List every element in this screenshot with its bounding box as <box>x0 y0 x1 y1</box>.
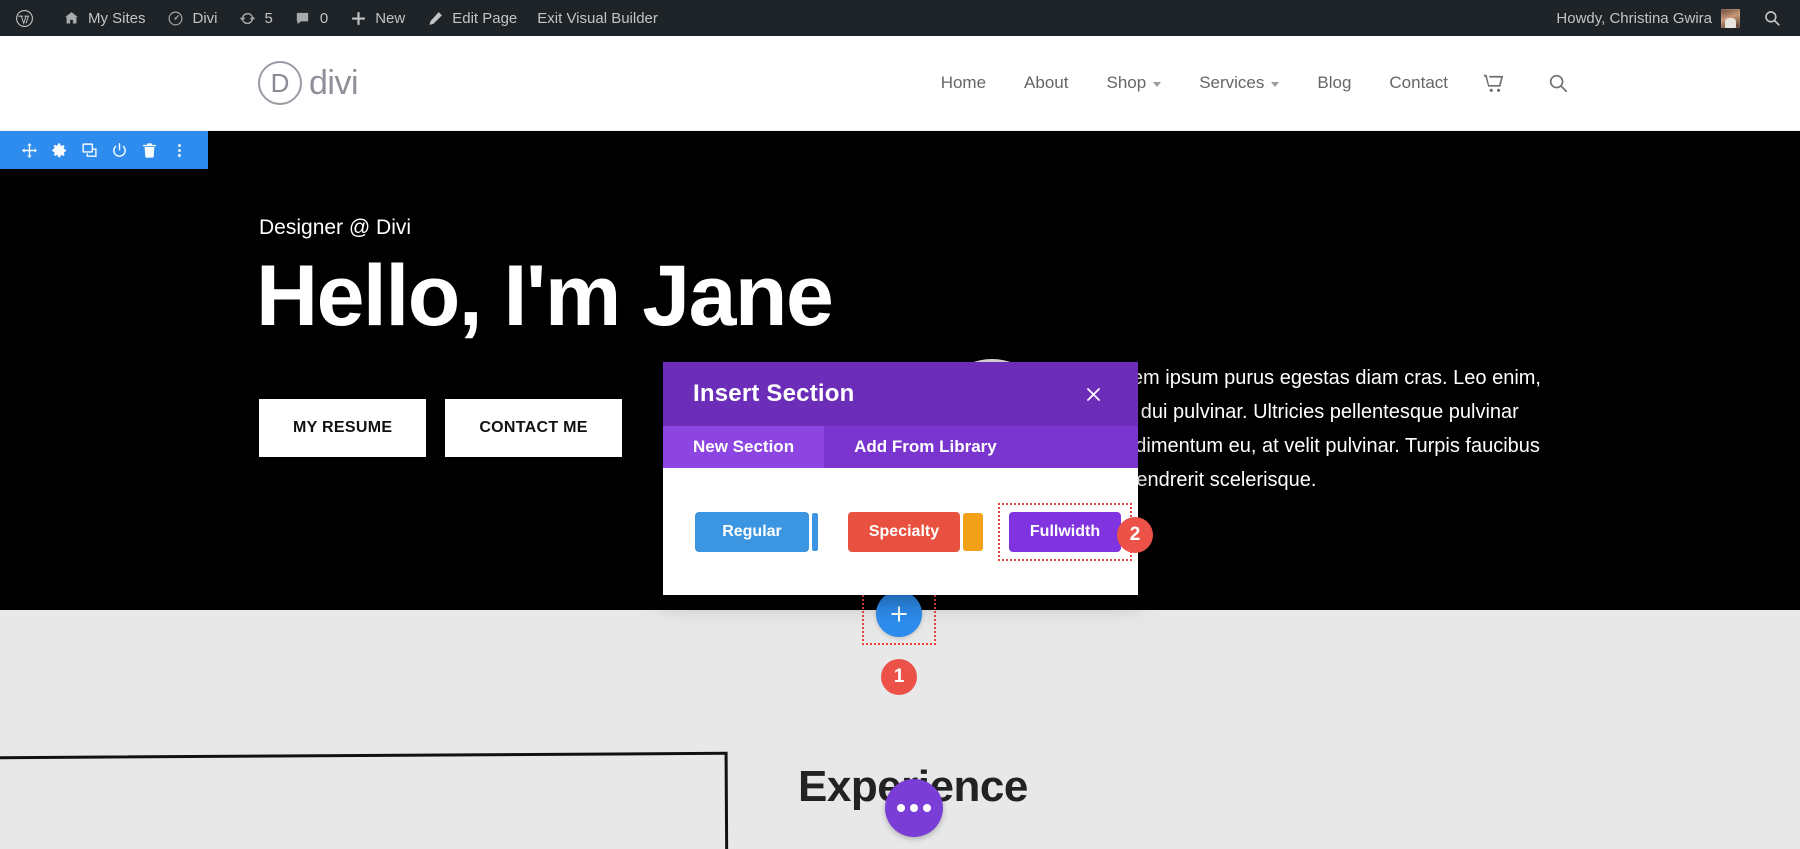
nav-item-about[interactable]: About <box>1005 73 1087 93</box>
modal-header: Insert Section <box>663 362 1138 426</box>
exit-visual-builder-link[interactable]: Exit Visual Builder <box>527 0 668 36</box>
exit-visual-builder-label: Exit Visual Builder <box>537 10 658 27</box>
search-icon <box>1762 8 1782 28</box>
hero-kicker: Designer @ Divi <box>259 216 411 240</box>
annotation-outline-2: Fullwidth <box>998 503 1132 561</box>
close-icon[interactable] <box>1078 379 1108 409</box>
nav-item-home[interactable]: Home <box>922 73 1005 93</box>
admin-bar-right-group: Howdy, Christina Gwira <box>1546 0 1800 36</box>
annotation-badge-1: 1 <box>881 659 917 695</box>
nav-item-label: Contact <box>1389 73 1448 93</box>
fullwidth-section-button[interactable]: Fullwidth <box>1009 512 1121 552</box>
site-logo[interactable]: D divi <box>258 61 358 105</box>
admin-bar-left-group: My Sites Divi <box>0 0 668 36</box>
comments-count: 0 <box>320 10 328 27</box>
chevron-down-icon <box>1153 82 1161 87</box>
contact-me-button[interactable]: CONTACT ME <box>445 399 621 457</box>
updates-menu[interactable]: 5 <box>228 0 283 36</box>
my-sites-menu[interactable]: My Sites <box>51 0 156 36</box>
section-toolbar <box>0 131 208 169</box>
comments-icon <box>293 8 313 28</box>
tab-label: New Section <box>693 437 794 457</box>
divi-logo-mark: D <box>258 61 302 105</box>
wp-admin-bar: My Sites Divi <box>0 0 1800 36</box>
divi-menu[interactable]: Divi <box>156 0 228 36</box>
annotation-badge-2: 2 <box>1117 517 1153 553</box>
header-search-icon[interactable] <box>1521 72 1585 94</box>
gear-icon[interactable] <box>46 137 72 163</box>
edit-page-link[interactable]: Edit Page <box>415 0 527 36</box>
avatar <box>1721 9 1740 28</box>
admin-bar-search-button[interactable] <box>1750 0 1794 36</box>
modal-body: Regular Specialty Fullwidth <box>663 468 1138 595</box>
nav-item-shop[interactable]: Shop <box>1087 73 1180 93</box>
nav-item-label: Home <box>941 73 986 93</box>
hero-paragraph: Lorem ipsum purus egestas diam cras. Leo… <box>1103 361 1543 497</box>
nav-item-blog[interactable]: Blog <box>1298 73 1370 93</box>
move-icon[interactable] <box>16 137 42 163</box>
chevron-down-icon <box>1271 82 1279 87</box>
nav-item-label: Services <box>1199 73 1264 93</box>
comments-menu[interactable]: 0 <box>283 0 338 36</box>
my-sites-icon <box>61 8 81 28</box>
nav-item-label: Blog <box>1317 73 1351 93</box>
ellipsis-icon-dot <box>897 804 905 812</box>
add-section-button[interactable] <box>876 591 922 637</box>
nav-item-label: About <box>1024 73 1068 93</box>
ellipsis-icon-dot <box>910 804 918 812</box>
tab-label: Add From Library <box>854 437 997 457</box>
divi-logo-text: divi <box>309 64 358 103</box>
regular-section-accent <box>812 513 818 551</box>
howdy-user-menu[interactable]: Howdy, Christina Gwira <box>1546 0 1750 36</box>
my-sites-label: My Sites <box>88 10 146 27</box>
new-label: New <box>375 10 405 27</box>
disable-icon[interactable] <box>106 137 132 163</box>
nav-item-label: Shop <box>1106 73 1146 93</box>
ellipsis-icon-dot <box>923 804 931 812</box>
hero-headline: Hello, I'm Jane <box>256 253 832 339</box>
visual-builder-screen: My Sites Divi <box>0 0 1800 849</box>
regular-section-button[interactable]: Regular <box>695 512 809 552</box>
specialty-section-button[interactable]: Specialty <box>848 512 960 552</box>
nav-item-contact[interactable]: Contact <box>1370 73 1467 93</box>
my-resume-button[interactable]: MY RESUME <box>259 399 426 457</box>
edit-page-label: Edit Page <box>452 10 517 27</box>
modal-title: Insert Section <box>693 380 855 408</box>
howdy-label: Howdy, Christina Gwira <box>1556 10 1712 27</box>
divi-icon <box>166 8 186 28</box>
new-icon <box>348 8 368 28</box>
divi-label: Divi <box>193 10 218 27</box>
plus-icon <box>889 604 909 624</box>
shopping-cart-icon[interactable] <box>1467 72 1521 94</box>
wordpress-logo-button[interactable] <box>4 0 51 36</box>
primary-navigation: Home About Shop Services Blog Contact <box>922 72 1585 94</box>
hero-button-group: MY RESUME CONTACT ME <box>259 399 622 457</box>
bordered-content-box <box>0 752 728 849</box>
new-content-menu[interactable]: New <box>338 0 415 36</box>
modal-tabs: New Section Add From Library <box>663 426 1138 468</box>
updates-icon <box>238 8 258 28</box>
site-header: D divi Home About Shop Services Blog Con <box>0 36 1800 131</box>
module-options-button[interactable] <box>885 779 943 837</box>
tab-new-section[interactable]: New Section <box>663 426 824 468</box>
nav-item-services[interactable]: Services <box>1180 73 1298 93</box>
more-vertical-icon[interactable] <box>166 137 192 163</box>
edit-icon <box>425 8 445 28</box>
duplicate-icon[interactable] <box>76 137 102 163</box>
wordpress-logo-icon <box>14 8 34 28</box>
insert-section-modal: Insert Section New Section Add From Libr… <box>663 362 1138 595</box>
specialty-section-accent <box>963 513 983 551</box>
tab-add-from-library[interactable]: Add From Library <box>824 426 1027 468</box>
updates-count: 5 <box>265 10 273 27</box>
trash-icon[interactable] <box>136 137 162 163</box>
